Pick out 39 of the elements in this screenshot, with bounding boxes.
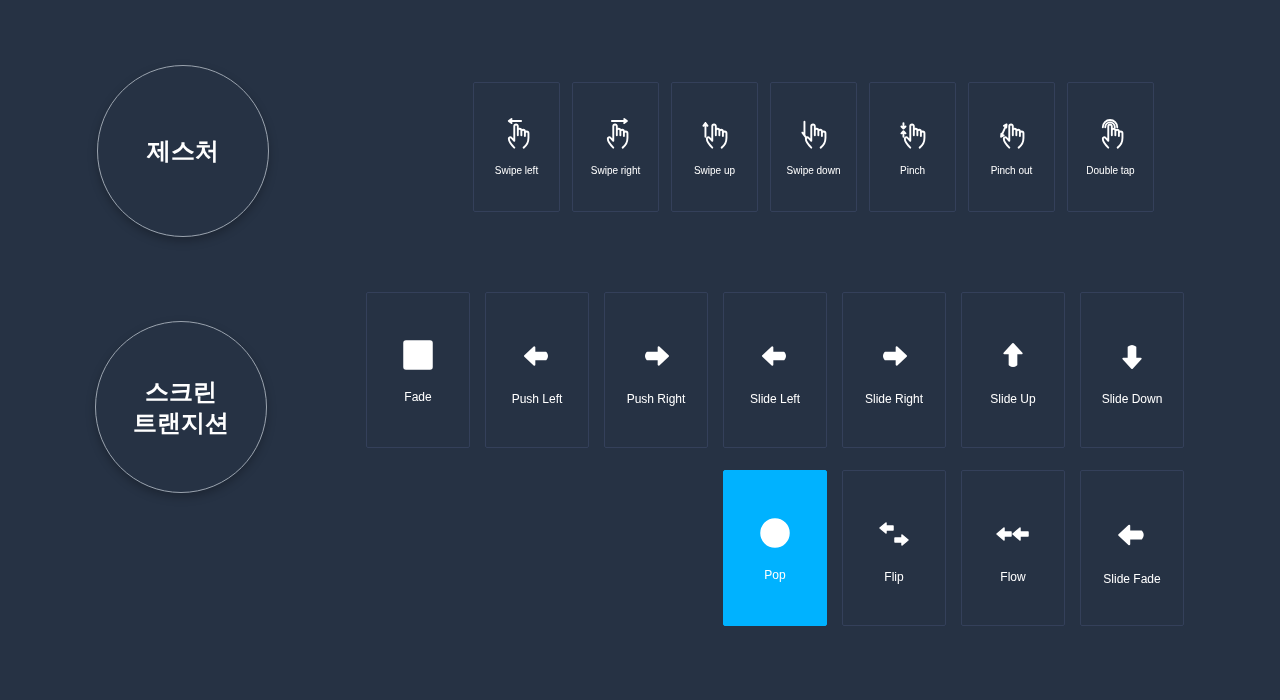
card-label: Flow bbox=[1000, 570, 1026, 584]
transition-card[interactable]: Flow bbox=[961, 470, 1065, 626]
card-label: Pinch bbox=[900, 165, 925, 176]
gesture-card[interactable]: Swipe left bbox=[473, 82, 560, 212]
card-label: Swipe left bbox=[494, 165, 539, 176]
card-label: Slide Fade bbox=[1103, 572, 1161, 586]
card-label: Pop bbox=[764, 568, 786, 582]
transition-card[interactable]: Slide Up bbox=[961, 292, 1065, 448]
gesture-card[interactable]: Pinch out bbox=[968, 82, 1055, 212]
gesture-card[interactable]: Double tap bbox=[1067, 82, 1154, 212]
gesture-card[interactable]: Swipe down bbox=[770, 82, 857, 212]
card-label: Double tap bbox=[1086, 165, 1135, 176]
transition-card[interactable]: Fade bbox=[366, 292, 470, 448]
transition-card[interactable]: Slide Down bbox=[1080, 292, 1184, 448]
gesture-card[interactable]: Swipe right bbox=[572, 82, 659, 212]
card-label: Flip bbox=[884, 570, 904, 584]
circle-icon bbox=[760, 518, 790, 548]
section-title: 스크린 트랜지션 bbox=[132, 376, 230, 438]
card-label: Swipe down bbox=[786, 165, 841, 176]
square-icon bbox=[403, 340, 433, 370]
transition-card[interactable]: Slide Left bbox=[723, 292, 827, 448]
transition-card[interactable]: Slide Right bbox=[842, 292, 946, 448]
transition-card[interactable]: Push Right bbox=[604, 292, 708, 448]
card-label: Pinch out bbox=[990, 165, 1033, 176]
section-title: 제스처 bbox=[147, 136, 219, 167]
transition-card[interactable]: Push Left bbox=[485, 292, 589, 448]
gesture-card[interactable]: Pinch bbox=[869, 82, 956, 212]
card-label: Push Right bbox=[626, 392, 686, 406]
card-label: Swipe up bbox=[693, 165, 736, 176]
card-label: Slide Up bbox=[990, 392, 1036, 406]
transition-card[interactable]: Slide Fade bbox=[1080, 470, 1184, 626]
card-label: Fade bbox=[404, 390, 432, 404]
card-label: Push Left bbox=[511, 392, 563, 406]
card-label: Swipe right bbox=[590, 165, 641, 176]
gesture-card[interactable]: Swipe up bbox=[671, 82, 758, 212]
card-label: Slide Left bbox=[749, 392, 800, 406]
card-label: Slide Right bbox=[865, 392, 923, 406]
card-label: Slide Down bbox=[1101, 392, 1163, 406]
transition-card[interactable]: Flip bbox=[842, 470, 946, 626]
